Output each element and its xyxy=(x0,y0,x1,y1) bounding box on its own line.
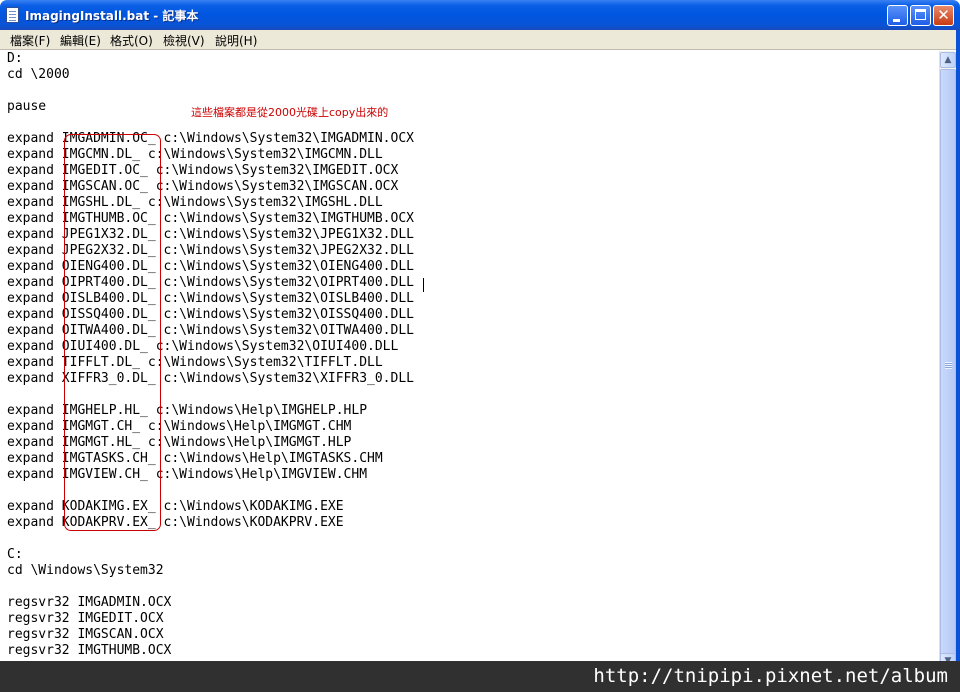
highlight-box xyxy=(64,134,161,531)
maximize-icon xyxy=(915,9,926,20)
menu-file[interactable]: 檔案(F) xyxy=(10,32,50,49)
menu-format[interactable]: 格式(O) xyxy=(110,32,153,49)
watermark-url: http://tnipipi.pixnet.net/album xyxy=(593,665,948,687)
annotation-note: 這些檔案都是從2000光碟上copy出來的 xyxy=(191,106,389,119)
menu-view[interactable]: 檢視(V) xyxy=(163,32,205,49)
menu-edit[interactable]: 編輯(E) xyxy=(60,32,101,49)
title-bar[interactable]: ImagingInstall.bat - 記事本 ✕ xyxy=(0,0,960,30)
vertical-scrollbar[interactable]: ▲ ▼ xyxy=(939,51,956,671)
watermark-bar: http://tnipipi.pixnet.net/album xyxy=(0,661,960,692)
notepad-icon xyxy=(6,7,19,23)
window-frame-border xyxy=(956,30,960,692)
close-button[interactable]: ✕ xyxy=(933,5,954,26)
menu-help[interactable]: 說明(H) xyxy=(215,32,257,49)
grip-icon xyxy=(945,362,952,369)
text-caret xyxy=(423,278,424,292)
close-icon: ✕ xyxy=(937,6,950,24)
scroll-thumb[interactable] xyxy=(940,69,956,670)
minimize-button[interactable] xyxy=(887,5,908,26)
menu-bar: 檔案(F) 編輯(E) 格式(O) 檢視(V) 說明(H) xyxy=(0,30,960,50)
window-title: ImagingInstall.bat - 記事本 xyxy=(25,9,199,23)
minimize-icon xyxy=(893,19,900,22)
scroll-up-button[interactable]: ▲ xyxy=(940,52,956,68)
maximize-button[interactable] xyxy=(910,5,931,26)
